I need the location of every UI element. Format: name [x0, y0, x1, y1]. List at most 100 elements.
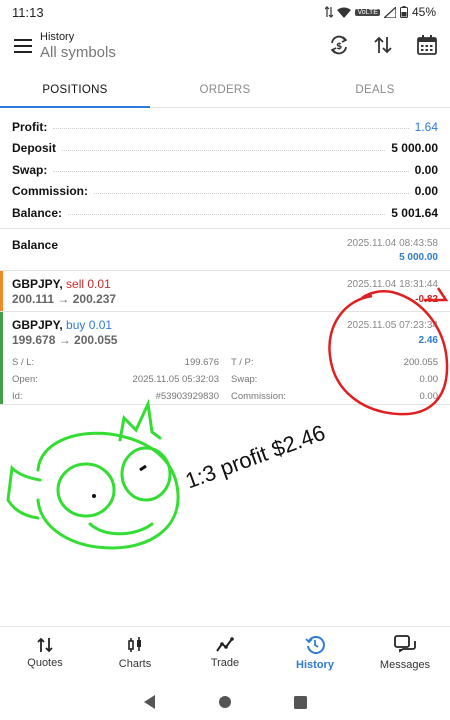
calendar-icon: [417, 35, 437, 55]
deal-profit: -0.82: [415, 294, 438, 305]
deal-timestamp: 2025.11.05 07:23:34: [346, 320, 438, 331]
history-tabs: POSITIONS ORDERS DEALS: [0, 72, 450, 108]
tab-orders[interactable]: ORDERS: [150, 72, 300, 107]
currency-swap-button[interactable]: $: [324, 30, 354, 60]
deal-prices: 200.111 → 200.237: [12, 292, 117, 306]
volte-badge: VoLTE: [355, 8, 380, 16]
sl-value: 199.676: [184, 357, 219, 368]
detail-line: Open: 2025.11.05 05:32:03 Swap: 0.00: [12, 371, 438, 388]
summary-row-deposit: Deposit 5 000.00: [12, 138, 438, 160]
dotted-leader: [94, 192, 409, 194]
summary-row-profit: Profit: 1.64: [12, 116, 438, 138]
status-icons: VoLTE 45%: [325, 5, 436, 19]
commission-value: 0.00: [419, 391, 439, 402]
deal-symbol-text: GBPJPY,: [12, 277, 63, 291]
nav-label: History: [296, 658, 334, 671]
currency-swap-icon: $: [330, 35, 348, 55]
page-subtitle: History: [40, 31, 75, 43]
dotted-leader: [53, 171, 409, 173]
balance-entry-timestamp: 2025.11.04 08:43:58: [346, 238, 438, 249]
nav-messages[interactable]: Messages: [360, 627, 450, 678]
nav-charts[interactable]: Charts: [90, 627, 180, 678]
balance-entry[interactable]: Balance 2025.11.04 08:43:58 5 000.00: [0, 234, 450, 268]
dotted-leader: [62, 149, 386, 151]
back-icon[interactable]: [143, 695, 156, 709]
deal-row-buy[interactable]: GBPJPY, buy 0.01 199.678 → 200.055 2025.…: [0, 312, 450, 404]
nav-trade[interactable]: Trade: [180, 627, 270, 678]
appbar-actions: $: [324, 30, 442, 60]
summary-row-commission: Commission: 0.00: [12, 181, 438, 203]
summary-value: 1.64: [414, 119, 438, 134]
summary-value: 5 000.00: [391, 141, 438, 156]
dotted-leader: [53, 128, 409, 130]
divider: [0, 404, 450, 405]
dotted-leader: [68, 214, 386, 216]
menu-button[interactable]: [6, 29, 40, 63]
system-nav: [0, 684, 450, 720]
open-label: Open:: [12, 374, 38, 385]
title-block[interactable]: History All symbols: [40, 31, 116, 61]
deal-side: buy 0.01: [66, 318, 113, 332]
deal-row-sell[interactable]: GBPJPY, sell 0.01 200.111 → 200.237 2025…: [0, 271, 450, 311]
status-bar: 11:13 VoLTE 45%: [0, 0, 450, 24]
nav-label: Quotes: [27, 656, 63, 669]
nav-quotes[interactable]: Quotes: [0, 627, 90, 678]
summary-row-swap: Swap: 0.00: [12, 159, 438, 181]
summary-value: 0.00: [414, 162, 438, 177]
summary-value: 5 001.64: [391, 205, 438, 220]
detail-line: Id: #53903929830 Commission: 0.00: [12, 388, 438, 405]
home-icon[interactable]: [218, 695, 232, 709]
tp-value: 200.055: [403, 357, 438, 368]
deal-edge-marker: [0, 312, 3, 404]
status-time: 11:13: [12, 4, 44, 20]
deal-symbol: GBPJPY, sell 0.01: [12, 277, 111, 291]
battery-icon: [399, 6, 408, 18]
deal-symbol: GBPJPY, buy 0.01: [12, 318, 112, 332]
summary-row-balance: Balance: 5 001.64: [12, 202, 438, 224]
menu-icon: [14, 39, 32, 53]
quotes-icon: [37, 637, 53, 652]
messages-icon: [394, 634, 416, 653]
sl-label: S / L:: [12, 357, 35, 368]
tab-positions[interactable]: POSITIONS: [0, 72, 150, 108]
summary-label: Balance:: [12, 205, 63, 220]
nav-label: Messages: [379, 658, 431, 671]
summary-panel: Profit: 1.64 Deposit 5 000.00 Swap: 0.00…: [0, 116, 450, 224]
sort-button[interactable]: [368, 30, 398, 60]
app-bar: History All symbols $: [0, 24, 450, 68]
deal-timestamp: 2025.11.04 18:31:44: [346, 279, 438, 290]
swap-value: 0.00: [419, 374, 439, 385]
open-value: 2025.11.05 05:32:03: [132, 374, 219, 385]
data-arrows-icon: [325, 6, 334, 18]
detail-line: S / L: 199.676 T / P: 200.055: [12, 354, 438, 371]
id-value: #53903929830: [155, 391, 219, 402]
swap-label: Swap:: [231, 374, 258, 385]
summary-label: Swap:: [12, 162, 48, 177]
balance-entry-label: Balance: [12, 238, 59, 252]
recents-icon[interactable]: [293, 695, 307, 709]
tab-deals[interactable]: DEALS: [300, 72, 450, 107]
charts-icon: [128, 636, 141, 652]
id-label: Id:: [12, 391, 23, 402]
calendar-button[interactable]: [412, 30, 442, 60]
deal-symbol-text: GBPJPY,: [12, 318, 63, 332]
divider: [0, 228, 450, 229]
nav-history[interactable]: History: [270, 627, 360, 678]
bottom-nav: Quotes Charts Trade History Messages: [0, 626, 450, 678]
balance-entry-amount: 5 000.00: [399, 252, 438, 263]
summary-label: Profit:: [12, 119, 48, 134]
deal-side: sell 0.01: [66, 277, 111, 291]
green-doodle-annotation: [6, 398, 180, 550]
history-icon: [305, 635, 325, 654]
summary-value: 0.00: [414, 184, 438, 199]
deal-prices: 199.678 → 200.055: [12, 333, 118, 347]
deal-edge-marker: [0, 271, 3, 311]
signal-icon: [383, 6, 396, 18]
nav-label: Charts: [118, 657, 152, 670]
doodle-eye-dot: [139, 464, 147, 472]
deal-profit: 2.46: [418, 335, 438, 346]
summary-label: Commission:: [12, 184, 89, 199]
doodle-eye-dot: [92, 494, 96, 498]
battery-percent: 45%: [411, 5, 436, 19]
deal-details: S / L: 199.676 T / P: 200.055 Open: 2025.11…: [12, 354, 438, 405]
